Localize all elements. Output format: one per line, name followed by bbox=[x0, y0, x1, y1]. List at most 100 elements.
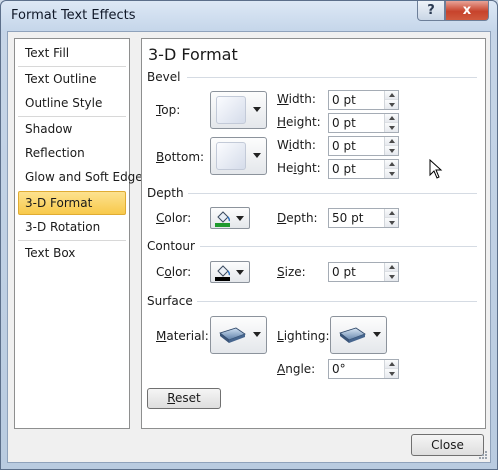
spin-up-button[interactable] bbox=[385, 209, 398, 218]
nav-item-glow-soft-edges[interactable]: Glow and Soft Edges bbox=[18, 165, 149, 189]
contour-color-label: Color: bbox=[156, 265, 192, 279]
lighting-label: Lighting: bbox=[277, 329, 330, 343]
spin-down-button[interactable] bbox=[385, 272, 398, 281]
caret-up-icon bbox=[388, 362, 395, 366]
nav-item-3d-format[interactable]: 3-D Format bbox=[18, 191, 126, 215]
bottom-width-value[interactable]: 0 pt bbox=[332, 139, 356, 153]
top-height-label: Height: bbox=[277, 115, 321, 129]
lighting-gallery-button[interactable] bbox=[330, 316, 387, 354]
panel-title: 3-D Format bbox=[148, 45, 238, 64]
spin-down-button[interactable] bbox=[385, 100, 398, 109]
top-height-spinner[interactable]: 0 pt bbox=[328, 113, 399, 133]
caret-down-icon bbox=[388, 274, 395, 279]
top-bevel-gallery-button[interactable] bbox=[210, 91, 267, 129]
bottom-bevel-gallery-button[interactable] bbox=[210, 137, 267, 175]
bevel-heading: Bevel bbox=[147, 70, 181, 84]
angle-value[interactable]: 0° bbox=[332, 362, 346, 376]
contour-size-spinner[interactable]: 0 pt bbox=[328, 262, 399, 282]
chevron-down-icon bbox=[373, 332, 381, 337]
caret-up-icon bbox=[388, 211, 395, 215]
caret-up-icon bbox=[388, 116, 395, 120]
chevron-down-icon bbox=[253, 107, 261, 112]
depth-label: Depth: bbox=[277, 211, 318, 225]
nav-item-3d-rotation[interactable]: 3-D Rotation bbox=[18, 215, 126, 239]
depth-color-button[interactable] bbox=[210, 207, 250, 229]
contour-color-button[interactable] bbox=[210, 261, 250, 283]
bottom-width-spinner[interactable]: 0 pt bbox=[328, 136, 399, 156]
top-height-value[interactable]: 0 pt bbox=[332, 116, 356, 130]
settings-panel: 3-D Format Bevel Top: Width: 0 pt Height… bbox=[141, 38, 486, 429]
material-label: Material: bbox=[156, 329, 209, 343]
spin-up-button[interactable] bbox=[385, 160, 398, 169]
material-gallery-button[interactable] bbox=[210, 316, 267, 354]
caret-up-icon bbox=[388, 93, 395, 97]
top-width-label: Width: bbox=[277, 92, 316, 106]
caret-down-icon bbox=[388, 125, 395, 130]
spin-down-button[interactable] bbox=[385, 123, 398, 132]
spin-up-button[interactable] bbox=[385, 137, 398, 146]
spinner-arrows bbox=[384, 209, 398, 227]
material-preview-icon bbox=[219, 327, 246, 343]
top-bevel-label: Top: bbox=[156, 103, 181, 117]
depth-color-label: Color: bbox=[156, 211, 192, 225]
category-list: Text Fill Text Outline Outline Style Sha… bbox=[14, 38, 149, 429]
spin-down-button[interactable] bbox=[385, 169, 398, 178]
lighting-preview-icon bbox=[339, 327, 366, 343]
dialog-window: Format Text Effects ? x Text Fill Text O… bbox=[0, 0, 498, 470]
angle-label: Angle: bbox=[277, 362, 316, 376]
close-button[interactable]: Close bbox=[411, 434, 484, 456]
resize-grip-icon[interactable] bbox=[478, 450, 488, 460]
spin-up-button[interactable] bbox=[385, 114, 398, 123]
contour-heading: Contour bbox=[147, 239, 195, 253]
nav-item-text-fill[interactable]: Text Fill bbox=[18, 41, 126, 65]
nav-item-text-outline[interactable]: Text Outline bbox=[18, 67, 126, 91]
top-width-value[interactable]: 0 pt bbox=[332, 93, 356, 107]
chevron-down-icon bbox=[236, 216, 244, 221]
spin-down-button[interactable] bbox=[385, 369, 398, 378]
surface-divider bbox=[197, 301, 477, 302]
nav-item-outline-style[interactable]: Outline Style bbox=[18, 91, 126, 115]
nav-item-text-box[interactable]: Text Box bbox=[18, 241, 126, 265]
spin-down-button[interactable] bbox=[385, 218, 398, 227]
contour-size-value[interactable]: 0 pt bbox=[332, 265, 356, 279]
top-width-spinner[interactable]: 0 pt bbox=[328, 90, 399, 110]
bottom-height-spinner[interactable]: 0 pt bbox=[328, 159, 399, 179]
spinner-arrows bbox=[384, 114, 398, 132]
nav-item-shadow[interactable]: Shadow bbox=[18, 117, 126, 141]
bevel-preview-icon bbox=[216, 142, 246, 170]
depth-spinner[interactable]: 50 pt bbox=[328, 208, 399, 228]
chevron-down-icon bbox=[236, 270, 244, 275]
bottom-width-label: Width: bbox=[277, 138, 316, 152]
spin-up-button[interactable] bbox=[385, 360, 398, 369]
nav-item-reflection[interactable]: Reflection bbox=[18, 141, 126, 165]
spin-down-button[interactable] bbox=[385, 146, 398, 155]
surface-heading: Surface bbox=[147, 294, 193, 308]
caret-up-icon bbox=[388, 139, 395, 143]
color-swatch-bar bbox=[215, 277, 230, 281]
help-button[interactable]: ? bbox=[417, 1, 445, 21]
mouse-cursor-icon bbox=[429, 159, 443, 179]
depth-value[interactable]: 50 pt bbox=[332, 211, 363, 225]
spin-up-button[interactable] bbox=[385, 263, 398, 272]
bevel-divider bbox=[187, 77, 477, 78]
caret-down-icon bbox=[388, 148, 395, 153]
caret-down-icon bbox=[388, 220, 395, 225]
contour-divider bbox=[200, 246, 477, 247]
dialog-client: Text Fill Text Outline Outline Style Sha… bbox=[7, 31, 491, 463]
reset-button[interactable]: Reset bbox=[147, 388, 221, 409]
spinner-arrows bbox=[384, 160, 398, 178]
color-swatch-bar bbox=[215, 223, 230, 227]
angle-spinner[interactable]: 0° bbox=[328, 359, 399, 379]
bottom-height-value[interactable]: 0 pt bbox=[332, 162, 356, 176]
spinner-arrows bbox=[384, 360, 398, 378]
spin-up-button[interactable] bbox=[385, 91, 398, 100]
bottom-bevel-label: Bottom: bbox=[156, 150, 205, 164]
chevron-down-icon bbox=[253, 332, 261, 337]
chevron-down-icon bbox=[253, 153, 261, 158]
spinner-arrows bbox=[384, 91, 398, 109]
contour-size-label: Size: bbox=[277, 265, 306, 279]
close-window-button[interactable]: x bbox=[445, 1, 489, 21]
title-bar[interactable]: Format Text Effects ? x bbox=[1, 1, 497, 31]
window-title: Format Text Effects bbox=[11, 8, 136, 23]
caret-down-icon bbox=[388, 371, 395, 376]
